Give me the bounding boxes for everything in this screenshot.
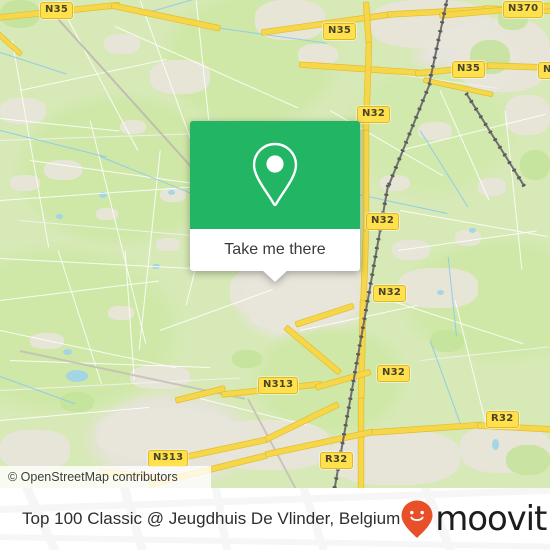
road-shield-n32[interactable]: N32	[366, 213, 400, 230]
road-shield-n35[interactable]: N35	[323, 23, 357, 40]
map-water-body	[469, 228, 476, 233]
map-forest-patch	[520, 150, 550, 180]
map-landuse-patch	[104, 34, 140, 54]
road-shield-n313[interactable]: N313	[258, 377, 299, 394]
moovit-brand[interactable]: moovit	[400, 499, 550, 539]
road-shield-n313[interactable]: N313	[148, 450, 189, 467]
attribution-text: © OpenStreetMap contributors	[8, 470, 178, 484]
map-forest-patch	[232, 350, 262, 368]
road-shield-n35[interactable]: N35	[40, 2, 74, 19]
map-water-body	[66, 370, 88, 382]
take-me-there-label: Take me there	[224, 241, 326, 258]
map-highway-n32[interactable]	[358, 398, 364, 488]
road-shield-r32[interactable]: R32	[486, 411, 519, 428]
road-shield-n3[interactable]: N3	[538, 62, 550, 79]
map-landuse-patch	[156, 238, 180, 251]
map-water-body	[63, 349, 72, 355]
map-popup-card[interactable]: Take me there	[190, 121, 360, 282]
road-shield-n32[interactable]: N32	[357, 106, 391, 123]
moovit-smiley-pin-icon	[401, 500, 433, 538]
map-water-body	[437, 290, 444, 295]
popup-action-bar[interactable]: Take me there	[190, 229, 360, 282]
map-attribution[interactable]: © OpenStreetMap contributors	[0, 466, 211, 488]
map-forest-patch	[506, 445, 550, 475]
popup-icon-area	[190, 121, 360, 229]
place-title: Top 100 Classic @ Jeugdhuis De Vlinder, …	[22, 509, 401, 528]
map-water-body	[168, 190, 175, 195]
popup-pointer-tail	[262, 270, 288, 282]
footer-bar: Top 100 Classic @ Jeugdhuis De Vlinder, …	[0, 488, 550, 550]
road-shield-n35[interactable]: N35	[452, 61, 486, 78]
road-shield-n32[interactable]: N32	[373, 285, 407, 302]
map-canvas[interactable]: N35 N35 N370 N35 N3 N32 N32 N32 N32 N313…	[0, 0, 550, 488]
map-water-body	[56, 214, 63, 219]
map-forest-patch	[430, 330, 464, 352]
map-forest-patch	[60, 392, 94, 412]
map-water-body	[492, 439, 499, 450]
moovit-map-screenshot: N35 N35 N370 N35 N3 N32 N32 N32 N32 N313…	[0, 0, 550, 550]
map-landuse-patch	[398, 268, 478, 308]
moovit-wordmark: moovit	[435, 499, 547, 539]
road-shield-r32[interactable]: R32	[320, 452, 353, 469]
map-landuse-patch	[0, 430, 70, 470]
map-pin-icon	[252, 142, 298, 207]
road-shield-n32[interactable]: N32	[377, 365, 411, 382]
road-shield-n370[interactable]: N370	[503, 1, 544, 18]
